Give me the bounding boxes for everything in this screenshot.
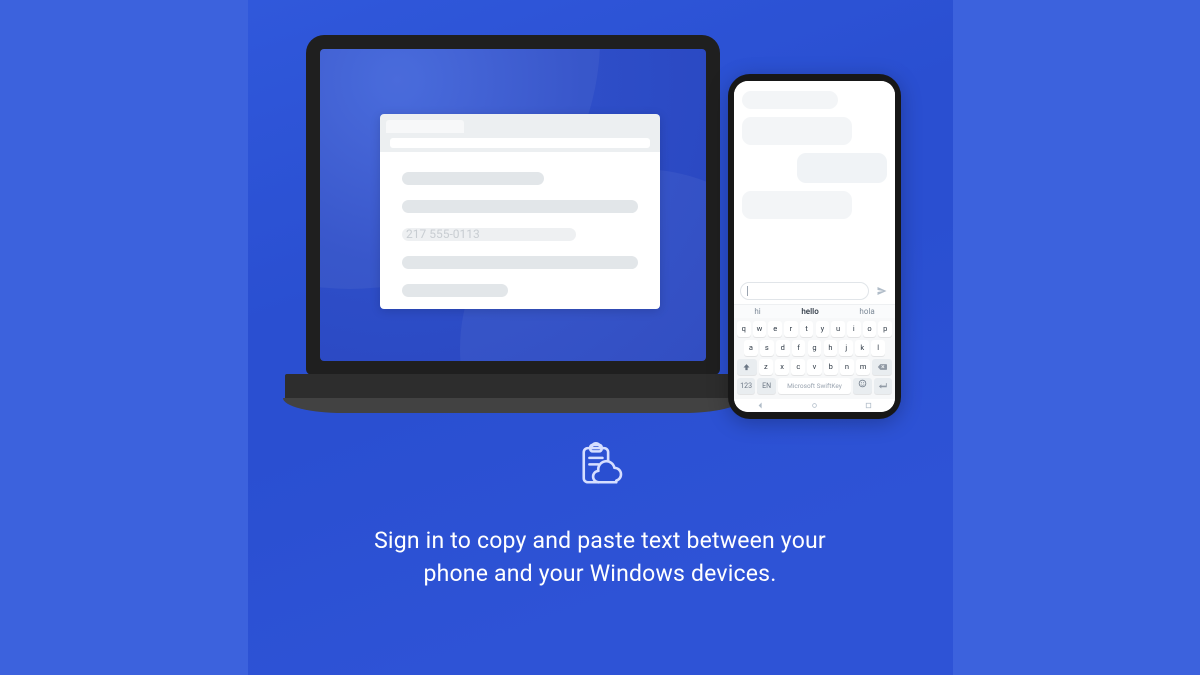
shift-key[interactable] [737, 359, 757, 375]
suggestion[interactable]: hola [859, 307, 874, 316]
key-k[interactable]: k [855, 340, 869, 356]
key-e[interactable]: e [768, 321, 782, 337]
keyboard-row: a s d f g h j k l [737, 340, 892, 356]
chat-bubble [742, 117, 852, 145]
skeleton-line [402, 256, 638, 269]
laptop-illustration: 217 555-0113 [285, 35, 740, 413]
chat-bubble [797, 153, 887, 183]
key-n[interactable]: n [840, 359, 854, 375]
phone-screen: hi hello hola q w e r t y u i o p [734, 81, 895, 412]
keyboard-row: q w e r t y u i o p [737, 321, 892, 337]
key-a[interactable]: a [744, 340, 758, 356]
chat-bubble [742, 191, 852, 219]
recents-icon[interactable] [864, 401, 873, 410]
keyboard: q w e r t y u i o p a s d f g h [734, 318, 895, 399]
key-p[interactable]: p [878, 321, 892, 337]
key-m[interactable]: m [856, 359, 870, 375]
key-c[interactable]: c [791, 359, 805, 375]
enter-key[interactable] [874, 378, 892, 394]
num-key[interactable]: 123 [737, 378, 755, 394]
emoji-key[interactable] [853, 378, 871, 394]
key-t[interactable]: t [800, 321, 814, 337]
suggestion[interactable]: hi [754, 307, 760, 316]
send-icon[interactable] [875, 284, 889, 298]
key-o[interactable]: o [863, 321, 877, 337]
space-key[interactable]: Microsoft SwiftKey [778, 378, 851, 394]
message-input-row [734, 278, 895, 304]
keyboard-row: 123 EN Microsoft SwiftKey [737, 378, 892, 394]
keyboard-row: z x c v b n m [737, 359, 892, 375]
laptop-base [285, 374, 741, 398]
key-q[interactable]: q [737, 321, 751, 337]
highlighted-text: 217 555-0113 [402, 228, 576, 241]
home-icon[interactable] [810, 401, 819, 410]
browser-page: 217 555-0113 [380, 152, 660, 309]
key-z[interactable]: z [759, 359, 773, 375]
skeleton-line [402, 200, 638, 213]
back-icon[interactable] [756, 401, 765, 410]
phone-illustration: hi hello hola q w e r t y u i o p [728, 74, 901, 419]
suggestion[interactable]: hello [801, 307, 818, 316]
stage: 217 555-0113 [0, 0, 1200, 675]
key-y[interactable]: y [816, 321, 830, 337]
key-v[interactable]: v [807, 359, 821, 375]
laptop-lid: 217 555-0113 [306, 35, 720, 375]
feature-caption: Sign in to copy and paste text between y… [340, 524, 860, 591]
key-l[interactable]: l [871, 340, 885, 356]
key-b[interactable]: b [824, 359, 838, 375]
android-navbar [734, 399, 895, 412]
key-w[interactable]: w [753, 321, 767, 337]
browser-chrome [380, 114, 660, 152]
browser-tab [386, 120, 464, 133]
key-r[interactable]: r [784, 321, 798, 337]
browser-mock: 217 555-0113 [380, 114, 660, 309]
key-d[interactable]: d [776, 340, 790, 356]
key-f[interactable]: f [792, 340, 806, 356]
key-i[interactable]: i [847, 321, 861, 337]
laptop-screen: 217 555-0113 [320, 49, 706, 361]
key-g[interactable]: g [808, 340, 822, 356]
skeleton-line [402, 172, 544, 185]
skeleton-line [402, 284, 508, 297]
key-j[interactable]: j [839, 340, 853, 356]
lang-key[interactable]: EN [757, 378, 775, 394]
backspace-key[interactable] [872, 359, 892, 375]
message-input[interactable] [740, 282, 869, 300]
browser-url-bar [390, 138, 650, 148]
clipboard-cloud-icon [574, 440, 626, 492]
key-u[interactable]: u [831, 321, 845, 337]
chat-bubble [742, 91, 838, 109]
key-s[interactable]: s [760, 340, 774, 356]
keyboard-suggestions: hi hello hola [734, 304, 895, 318]
chat-area [734, 81, 895, 278]
key-x[interactable]: x [775, 359, 789, 375]
key-h[interactable]: h [824, 340, 838, 356]
